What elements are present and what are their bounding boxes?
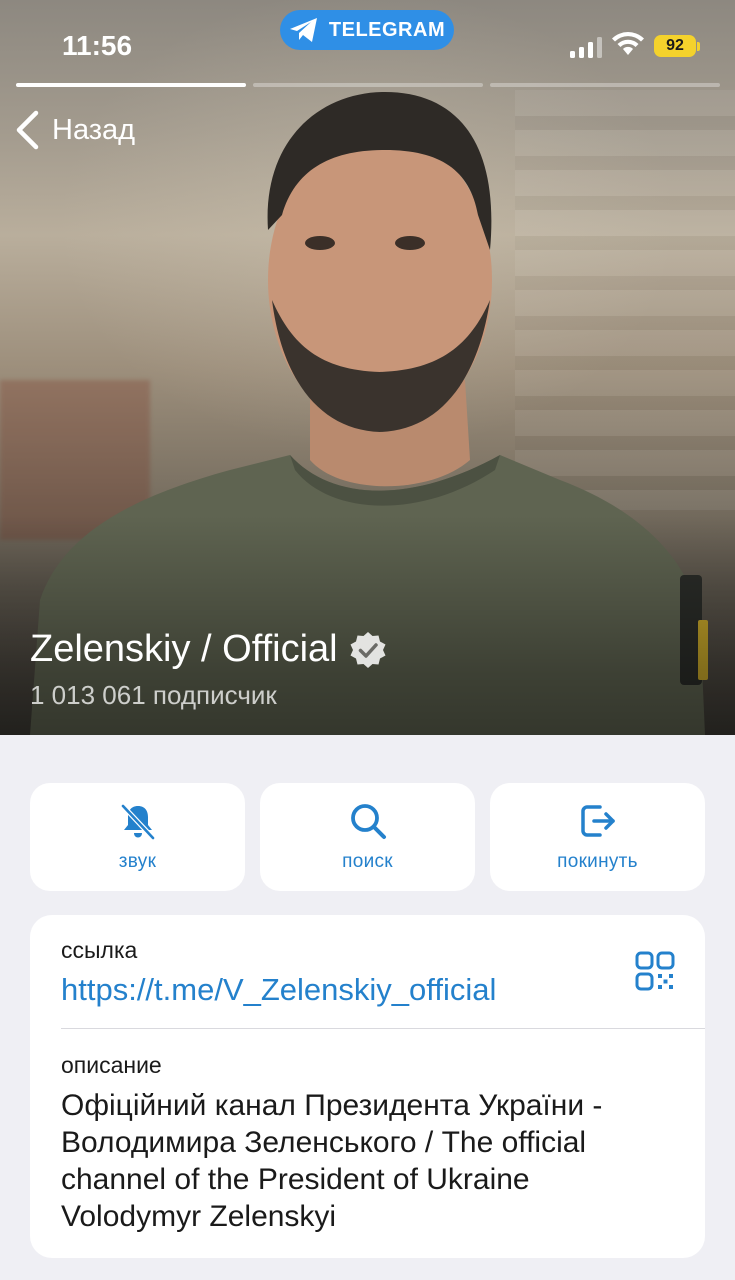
telegram-pill-label: TELEGRAM: [328, 18, 446, 41]
back-label: Назад: [52, 113, 136, 146]
channel-description: Офіційний канал Президента України - Вол…: [61, 1089, 603, 1233]
battery-tip: [697, 42, 700, 51]
search-icon: [350, 804, 386, 839]
channel-title: Zelenskiy / Official: [30, 628, 388, 671]
description-section: описание Офіційний канал Президента Укра…: [61, 1052, 671, 1235]
qr-code-icon[interactable]: [635, 951, 675, 991]
link-section: ссылка https://t.me/V_Zelenskiy_official: [61, 937, 496, 1008]
progress-segment: [16, 83, 246, 87]
mute-label: звук: [118, 851, 157, 872]
channel-actions: звук поиск покинуть: [30, 783, 705, 891]
search-button[interactable]: поиск: [260, 783, 475, 891]
chevron-left-icon: [16, 110, 39, 150]
leave-button[interactable]: покинуть: [490, 783, 705, 891]
channel-info-card: ссылка https://t.me/V_Zelenskiy_official…: [30, 915, 705, 1258]
battery-icon: 92: [654, 35, 696, 57]
photo-progress-bar: [16, 83, 720, 87]
battery-level: 92: [666, 37, 684, 54]
leave-label: покинуть: [557, 851, 638, 872]
subscriber-count: 1 013 061 подписчик: [30, 680, 277, 710]
channel-cover-photo[interactable]: 11:56 TELEGRAM 92 Назад Zelenskiy / Offi…: [0, 0, 735, 735]
channel-link[interactable]: https://t.me/V_Zelenskiy_official: [61, 972, 496, 1008]
leave-icon: [580, 805, 615, 837]
progress-segment: [253, 83, 483, 87]
mute-button[interactable]: звук: [30, 783, 245, 891]
wifi-icon: [612, 32, 644, 55]
description-label: описание: [61, 1052, 162, 1078]
progress-segment: [490, 83, 720, 87]
telegram-plane-icon: [289, 18, 317, 42]
telegram-app-pill[interactable]: TELEGRAM: [280, 10, 454, 50]
status-bar: 11:56 TELEGRAM 92: [0, 0, 735, 80]
bell-muted-icon: [120, 804, 155, 840]
channel-name: Zelenskiy / Official: [30, 628, 338, 670]
link-label: ссылка: [61, 937, 138, 963]
back-button[interactable]: Назад: [14, 110, 135, 150]
divider: [61, 1028, 705, 1029]
cellular-signal-icon: [570, 36, 602, 58]
verified-badge-icon: [350, 631, 386, 668]
clock: 11:56: [62, 30, 133, 61]
search-label: поиск: [342, 851, 393, 872]
